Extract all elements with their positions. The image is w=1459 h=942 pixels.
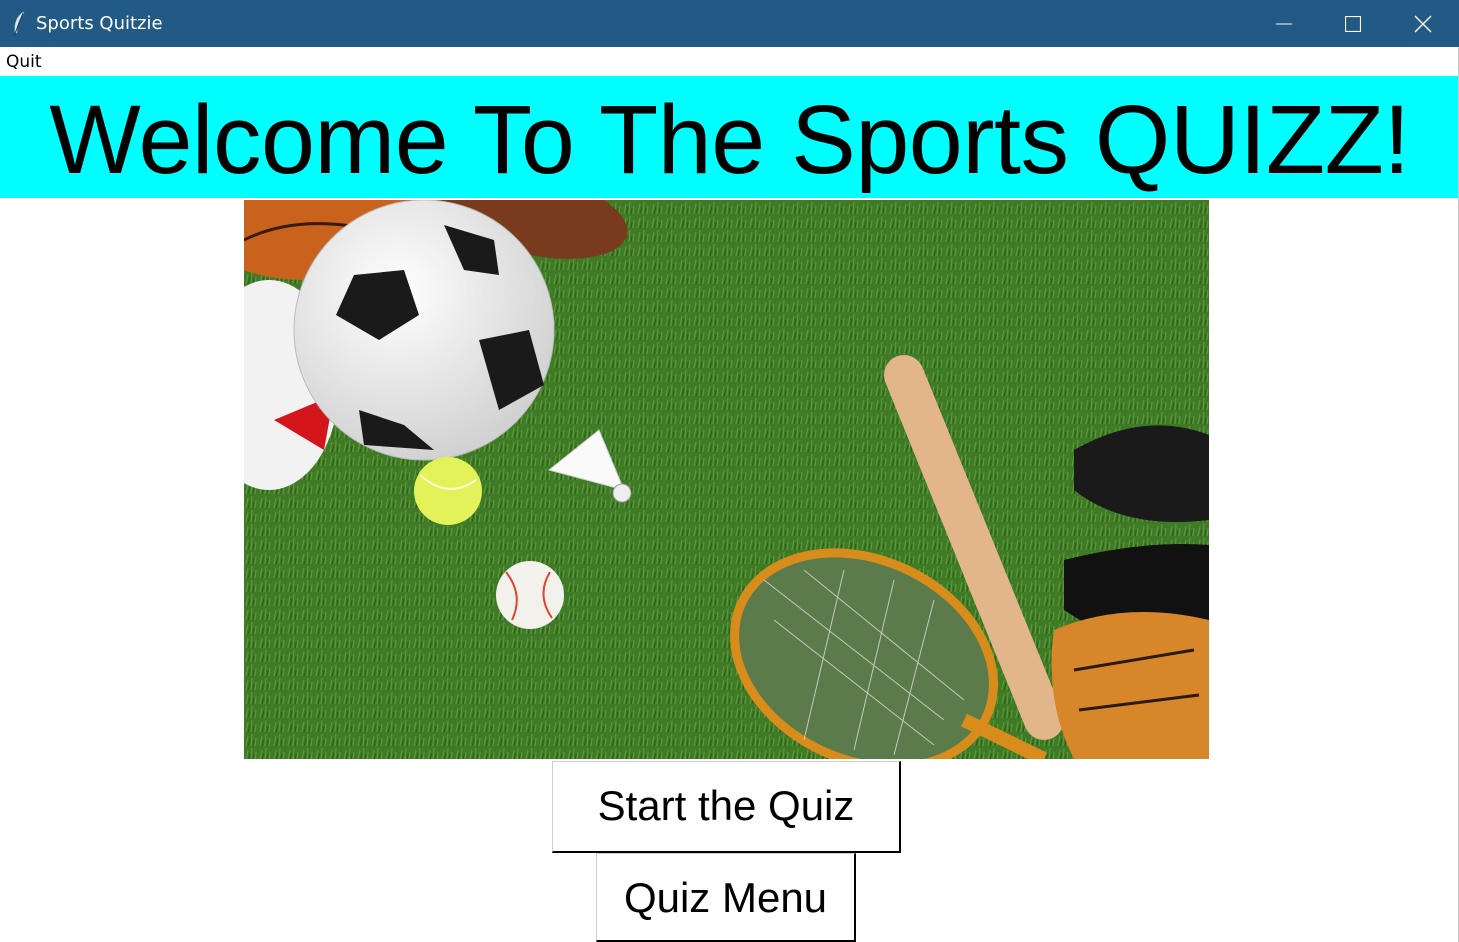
quiz-menu-button[interactable]: Quiz Menu: [596, 853, 856, 942]
menu-bar: Quit: [0, 47, 1459, 76]
maximize-icon: [1345, 15, 1361, 32]
maximize-button[interactable]: [1318, 0, 1388, 47]
close-button[interactable]: [1388, 0, 1458, 47]
welcome-banner: Welcome To The Sports QUIZZ!: [0, 76, 1459, 198]
feather-icon: [13, 11, 25, 37]
minimize-icon: [1276, 23, 1292, 24]
window-title: Sports Quitzie: [36, 13, 163, 34]
sports-equipment-image: [244, 200, 1209, 759]
title-bar: Sports Quitzie: [0, 0, 1459, 47]
menu-item-quit[interactable]: Quit: [6, 52, 42, 72]
close-icon: [1414, 15, 1432, 32]
minimize-button[interactable]: [1249, 0, 1319, 47]
start-quiz-button[interactable]: Start the Quiz: [552, 761, 901, 853]
welcome-heading: Welcome To The Sports QUIZZ!: [49, 85, 1410, 194]
